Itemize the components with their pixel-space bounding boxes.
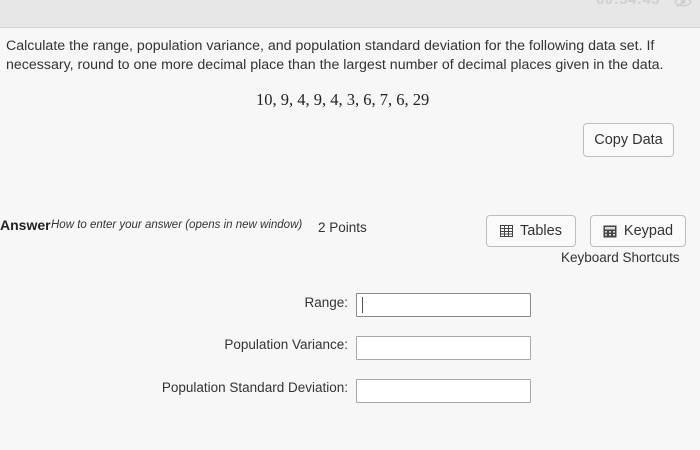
eye-slash-icon[interactable] — [674, 0, 692, 8]
tables-button[interactable]: Tables — [486, 215, 576, 247]
population-variance-input[interactable] — [356, 336, 531, 360]
keypad-button[interactable]: Keypad — [590, 215, 686, 247]
population-variance-label: Population Variance: — [224, 337, 348, 352]
population-sd-input[interactable] — [356, 379, 531, 403]
table-grid-icon — [500, 225, 514, 237]
copy-data-button[interactable]: Copy Data — [583, 123, 674, 157]
answer-label: Answer — [0, 217, 51, 233]
how-to-enter-answer-link[interactable]: How to enter your answer (opens in new w… — [51, 219, 302, 231]
keypad-button-label: Keypad — [623, 223, 674, 239]
dataset-values: 10, 9, 4, 9, 4, 3, 6, 7, 6, 29 — [256, 90, 430, 109]
points-value: 2 Points — [318, 220, 367, 235]
question-text: Calculate the range, population variance… — [6, 38, 664, 73]
answer-panel: Answer How to enter your answer (opens i… — [0, 206, 700, 450]
timer: 00:54:45 — [596, 0, 660, 8]
keyboard-shortcuts-link[interactable]: Keyboard Shortcuts — [561, 250, 680, 265]
range-label: Range: — [304, 295, 348, 310]
question-panel: Calculate the range, population variance… — [0, 27, 700, 207]
text-cursor — [362, 297, 363, 313]
keypad-icon — [603, 225, 617, 237]
range-input[interactable] — [356, 293, 531, 317]
population-sd-label: Population Standard Deviation: — [161, 380, 348, 395]
tables-button-label: Tables — [520, 223, 562, 239]
